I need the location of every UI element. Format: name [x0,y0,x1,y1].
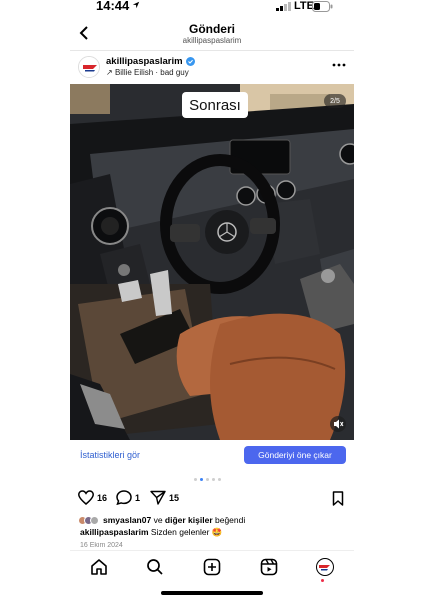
carousel-dot [206,478,209,481]
location-icon [132,1,140,9]
share-action[interactable]: 15 [150,490,179,505]
carousel-dot [212,478,215,481]
insights-link[interactable]: İstatistikleri gör [80,450,140,460]
comment-icon[interactable] [116,490,132,505]
divider [70,50,354,51]
profile-icon[interactable] [316,558,334,576]
post-image[interactable]: Sonrası 2/5 [70,84,354,440]
share-icon[interactable] [150,490,166,505]
create-icon[interactable] [203,558,221,576]
liked-by-connector: ve [151,515,165,525]
insights-row: İstatistikleri gör Gönderiyi öne çıkar [70,442,354,470]
overlay-text: Sonrası [182,92,248,118]
likes-count[interactable]: 16 [97,493,107,503]
status-bar: 14:44 LTE [0,0,424,14]
post-date: 16 Ekim 2024 [80,542,123,548]
avatar[interactable] [78,56,100,78]
reels-icon[interactable] [260,558,278,576]
promote-button[interactable]: Gönderiyi öne çıkar [244,446,346,464]
home-icon[interactable] [90,558,108,576]
search-icon[interactable] [146,558,164,576]
liked-by-row[interactable]: smyaslan07 ve diğer kişiler beğendi [78,513,245,527]
carousel-dot [200,478,203,481]
carousel-dot [194,478,197,481]
mute-button[interactable] [330,416,346,432]
home-indicator [161,591,263,595]
brand-logo-icon [79,57,99,77]
post-caption: akillipaspaslarim Sizden gelenler 🤩 [80,527,222,538]
shares-count[interactable]: 15 [169,493,179,503]
comments-count[interactable]: 1 [135,493,140,503]
page-header: Gönderi akillipaspaslarim [70,18,354,48]
caption-text: Sizden gelenler 🤩 [148,527,223,537]
mute-icon [334,419,344,429]
carousel-counter: 2/5 [324,94,346,108]
profile-logo-icon [319,565,330,571]
liked-by-user[interactable]: smyaslan07 [103,515,151,525]
like-action[interactable]: 16 [78,490,107,505]
notification-dot [321,579,324,582]
battery-icon [312,1,333,12]
liked-by-suffix: beğendi [212,515,246,525]
car-interior-image [70,84,354,440]
status-time: 14:44 [96,0,130,13]
bottom-nav [70,550,354,582]
music-text[interactable]: Billie Eilish · bad guy [115,68,189,77]
signal-icon [276,2,291,11]
post-username[interactable]: akillipaspaslarim [106,56,195,67]
comment-action[interactable]: 1 [116,490,140,505]
verified-icon [185,57,195,66]
page-subtitle[interactable]: akillipaspaslarim [70,36,354,45]
page-title: Gönderi [188,22,235,36]
network-label: LTE [294,0,314,12]
post-header: akillipaspaslarim ↗ Billie Eilish · bad … [70,54,354,82]
username-text[interactable]: akillipaspaslarim [106,56,183,67]
music-label[interactable]: ↗ Billie Eilish · bad guy [106,68,189,77]
caption-username[interactable]: akillipaspaslarim [80,527,149,537]
liker-avatar [90,515,99,525]
liked-by-rest[interactable]: diğer kişiler [165,515,213,525]
heart-icon[interactable] [78,490,94,505]
carousel-dot [218,478,221,481]
carousel-dots [194,478,221,481]
more-icon[interactable] [332,60,346,70]
action-bar: 16 1 15 [70,488,354,510]
bookmark-icon[interactable] [332,491,344,506]
